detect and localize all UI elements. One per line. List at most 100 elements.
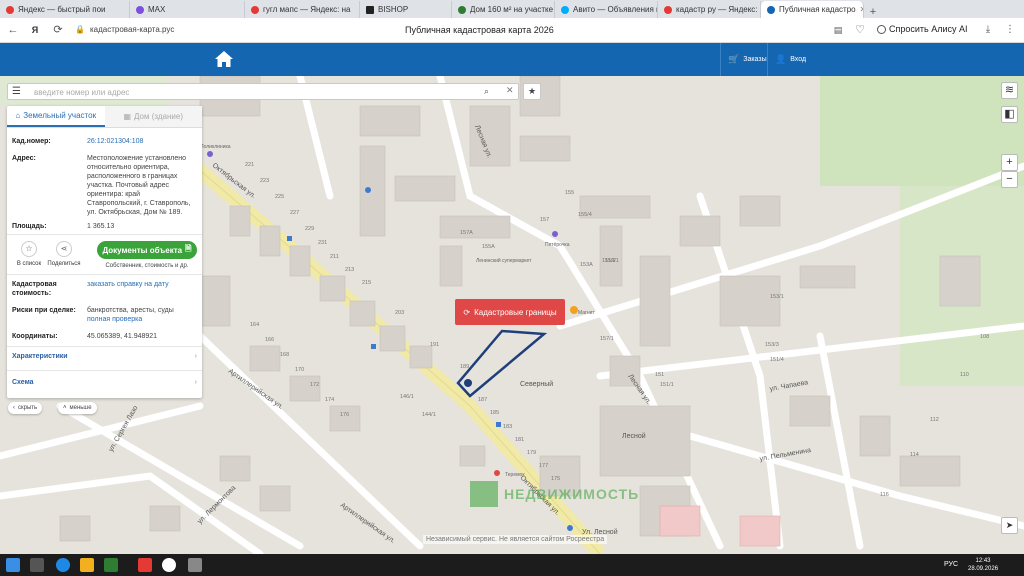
poi-marker[interactable] bbox=[494, 470, 500, 476]
cadastral-cost-label: Кадастровая стоимость: bbox=[12, 281, 57, 297]
yandex-icon[interactable] bbox=[138, 558, 152, 572]
building bbox=[639, 255, 671, 347]
house-number: 191 bbox=[430, 342, 439, 348]
menu-icon[interactable]: ⋮ bbox=[1002, 22, 1018, 38]
search-box: ☰ ⌕ ✕ bbox=[7, 83, 519, 100]
browser-tab[interactable]: гугл мапс — Яндекс: на bbox=[245, 1, 360, 18]
browser-tab[interactable]: Дом 160 м² на участке bbox=[452, 1, 555, 18]
house-number: 187 bbox=[478, 397, 487, 403]
yandex-icon bbox=[251, 5, 259, 14]
app-icon[interactable] bbox=[104, 558, 118, 572]
yandex-icon bbox=[6, 5, 14, 14]
house-number: 144/1 bbox=[422, 412, 436, 418]
object-documents-button[interactable]: Документы объекта 🗎 bbox=[97, 241, 197, 259]
house-number: 176 bbox=[340, 412, 349, 418]
browser-tab[interactable]: Авито — Объявления н bbox=[555, 1, 658, 18]
favorites-star-icon[interactable]: ★ bbox=[523, 83, 541, 100]
cad-number-value[interactable]: 26:12:021304:108 bbox=[87, 137, 197, 146]
hide-panel-button[interactable]: ‹ скрыть bbox=[8, 402, 43, 414]
browser-tab[interactable]: кадастр ру — Яндекс: на bbox=[658, 1, 761, 18]
poi-marker[interactable] bbox=[570, 306, 578, 314]
add-to-list-button[interactable]: ☆ В список bbox=[9, 241, 49, 267]
search-icon[interactable]: ⌕ bbox=[484, 86, 489, 97]
clear-icon[interactable]: ✕ bbox=[506, 85, 514, 96]
bookmark-icon[interactable]: ♡ bbox=[852, 22, 868, 38]
tab-building[interactable]: ▦ Дом (здание) bbox=[104, 106, 202, 127]
house-number: 183 bbox=[503, 424, 512, 430]
hamburger-menu-icon[interactable]: ☰ bbox=[12, 86, 21, 97]
building bbox=[229, 205, 251, 237]
disclaimer-notice: Независимый сервис. Не является сайтом Р… bbox=[423, 535, 608, 544]
map-type-icon[interactable]: ◧ bbox=[1001, 106, 1018, 123]
less-button[interactable]: ˄ меньше bbox=[58, 402, 97, 414]
building-highlight bbox=[659, 505, 701, 537]
risks-label: Риски при сделке: bbox=[12, 307, 76, 314]
zoom-in-icon[interactable]: + bbox=[1001, 154, 1018, 171]
refresh-icon[interactable]: ⟳ bbox=[50, 22, 66, 38]
new-tab-button[interactable]: + bbox=[864, 6, 882, 18]
poi-marker[interactable] bbox=[567, 525, 573, 531]
locate-icon[interactable]: ➤ bbox=[1001, 517, 1018, 534]
full-check-link[interactable]: полная проверка bbox=[87, 315, 197, 324]
download-icon[interactable]: ⤓ bbox=[980, 22, 996, 38]
explorer-icon[interactable] bbox=[80, 558, 94, 572]
cadastre-icon bbox=[767, 5, 775, 14]
building bbox=[289, 245, 311, 277]
windows-start-icon[interactable] bbox=[6, 558, 20, 572]
building bbox=[259, 485, 291, 512]
parcel-marker[interactable] bbox=[464, 379, 472, 387]
chevron-right-icon: › bbox=[194, 353, 197, 360]
alice-button[interactable]: Спросить Алису AI bbox=[877, 24, 968, 34]
order-certificate-link[interactable]: заказать справку на дату bbox=[87, 280, 197, 289]
yandex-browser-icon[interactable]: Я bbox=[27, 22, 43, 38]
tab-label: Авито — Объявления н bbox=[573, 5, 658, 14]
language-indicator[interactable]: РУС bbox=[944, 561, 958, 568]
house-number: 157А bbox=[460, 230, 473, 236]
browser-tab[interactable]: Яндекс — быстрый пои bbox=[0, 1, 130, 18]
search-input[interactable] bbox=[34, 86, 474, 98]
tab-label: Земельный участок bbox=[23, 111, 97, 120]
poi-label: Теремок bbox=[505, 472, 525, 478]
zoom-out-icon[interactable]: − bbox=[1001, 171, 1018, 188]
url-field[interactable]: кадастровая-карта.рус bbox=[90, 25, 174, 34]
browser-tab[interactable]: BISHOP bbox=[360, 1, 452, 18]
scheme-expander[interactable]: Схема › bbox=[12, 379, 197, 386]
characteristics-expander[interactable]: Характеристики › bbox=[12, 353, 197, 360]
layers-icon[interactable]: ≋ bbox=[1001, 82, 1018, 99]
app-icon[interactable] bbox=[188, 558, 202, 572]
pdf-icon: 🗎 bbox=[185, 244, 192, 253]
share-button[interactable]: ⋖ Поделиться bbox=[44, 241, 84, 267]
clock[interactable]: 12:43 28.09.2026 bbox=[968, 557, 998, 573]
street bbox=[196, 332, 424, 550]
house-number: 153/1 bbox=[770, 294, 784, 300]
house-number: 151/1 bbox=[660, 382, 674, 388]
cadastral-boundaries-label: Кадастровые границы bbox=[474, 307, 557, 317]
street bbox=[0, 472, 264, 554]
clock-date: 28.09.2026 bbox=[968, 566, 999, 572]
site-header: 🛒 Заказы 👤 Вход bbox=[0, 43, 1024, 76]
cad-number-label: Кад.номер: bbox=[12, 138, 51, 145]
poi-marker[interactable] bbox=[207, 151, 213, 157]
orders-button[interactable]: 🛒 Заказы bbox=[720, 43, 767, 76]
street-label: Артиллерийская ул. bbox=[339, 501, 397, 545]
back-icon[interactable]: ← bbox=[5, 22, 21, 38]
coordinates-label: Координаты: bbox=[12, 333, 58, 340]
poi-marker[interactable] bbox=[365, 187, 371, 193]
coordinates-value: 45.065389, 41.948921 bbox=[87, 333, 158, 340]
home-icon[interactable] bbox=[214, 50, 234, 68]
cadastral-boundaries-button[interactable]: ⟳ Кадастровые границы bbox=[455, 299, 565, 325]
yandex-browser-icon[interactable] bbox=[162, 558, 176, 572]
browser-tab[interactable]: MAX bbox=[130, 1, 245, 18]
house-number: 223 bbox=[260, 178, 269, 184]
tab-land-plot[interactable]: ⌂ Земельный участок bbox=[7, 106, 105, 127]
house-number: 159/1 bbox=[605, 258, 619, 264]
poi-marker[interactable] bbox=[552, 231, 558, 237]
task-view-icon[interactable] bbox=[30, 558, 44, 572]
reader-icon[interactable]: ▤ bbox=[830, 22, 846, 38]
edge-icon[interactable] bbox=[56, 558, 70, 572]
login-button[interactable]: 👤 Вход bbox=[767, 43, 807, 76]
browser-tab-active[interactable]: Публичная кадастро ✕ bbox=[761, 1, 864, 18]
building bbox=[519, 135, 571, 162]
house-number: 155 bbox=[565, 190, 574, 196]
house-number: 166 bbox=[265, 337, 274, 343]
